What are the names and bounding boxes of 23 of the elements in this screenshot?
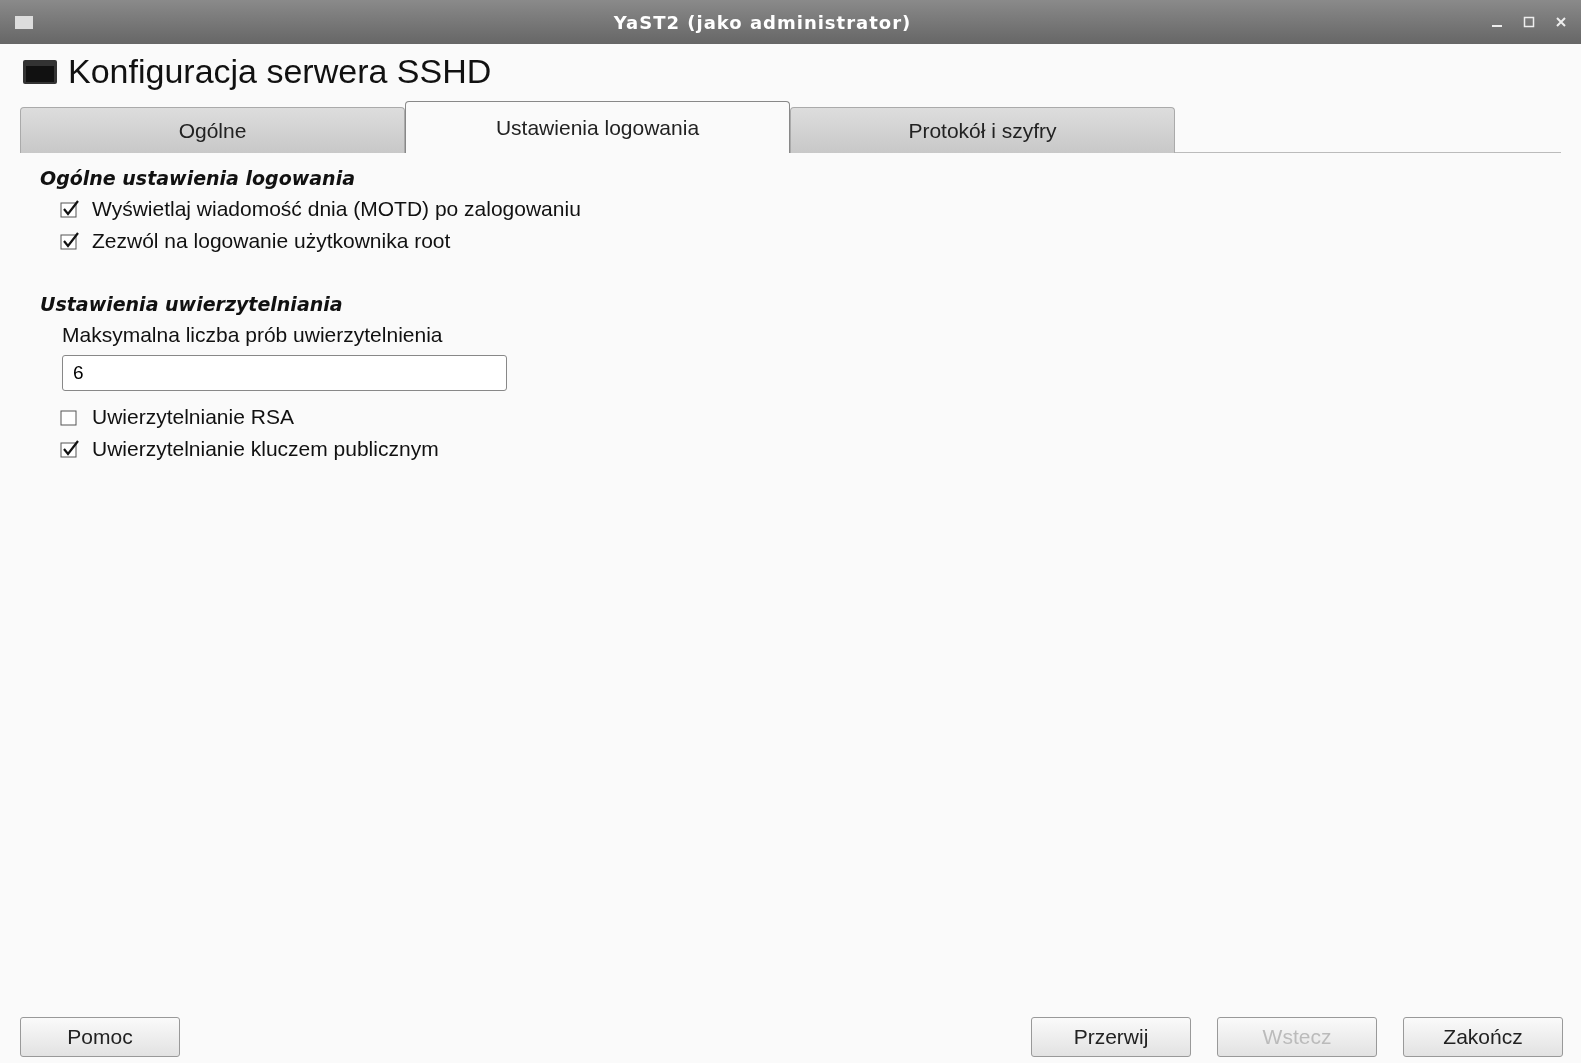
checkbox-label[interactable]: Uwierzytelnianie kluczem publicznym — [92, 437, 439, 461]
tab[interactable]: Ogólne — [20, 107, 405, 153]
input-field[interactable]: 6 — [62, 355, 507, 391]
checkbox-label[interactable]: Zezwól na logowanie użytkownika root — [92, 229, 451, 253]
dialog-title: Konfiguracja serwera SSHD — [68, 52, 492, 91]
checkbox[interactable] — [60, 200, 80, 218]
dialog-button[interactable]: Zakończ — [1403, 1017, 1563, 1057]
checkbox[interactable] — [60, 408, 80, 426]
checkbox[interactable] — [60, 440, 80, 458]
tab[interactable]: Ustawienia logowania — [405, 101, 790, 153]
field-label: Maksymalna liczba prób uwierzytelnienia — [62, 323, 444, 347]
checkbox[interactable] — [60, 232, 80, 250]
section-heading: Ustawienia uwierzytelniania — [40, 293, 344, 315]
window-title: YaST2 (jako administrator) — [612, 11, 913, 33]
tab[interactable]: Protokół i szyfry — [790, 107, 1175, 153]
section-heading: Ogólne ustawienia logowania — [40, 167, 356, 189]
terminal-icon — [22, 57, 58, 86]
dialog-button[interactable]: Pomoc — [20, 1017, 180, 1057]
close-icon[interactable] — [1555, 16, 1567, 28]
checkbox-label[interactable]: Uwierzytelnianie RSA — [92, 405, 294, 429]
checkbox-label[interactable]: Wyświetlaj wiadomość dnia (MOTD) po zalogowaniu — [92, 197, 581, 221]
dialog-button[interactable]: Przerwij — [1031, 1017, 1191, 1057]
maximize-icon[interactable] — [1523, 16, 1535, 28]
